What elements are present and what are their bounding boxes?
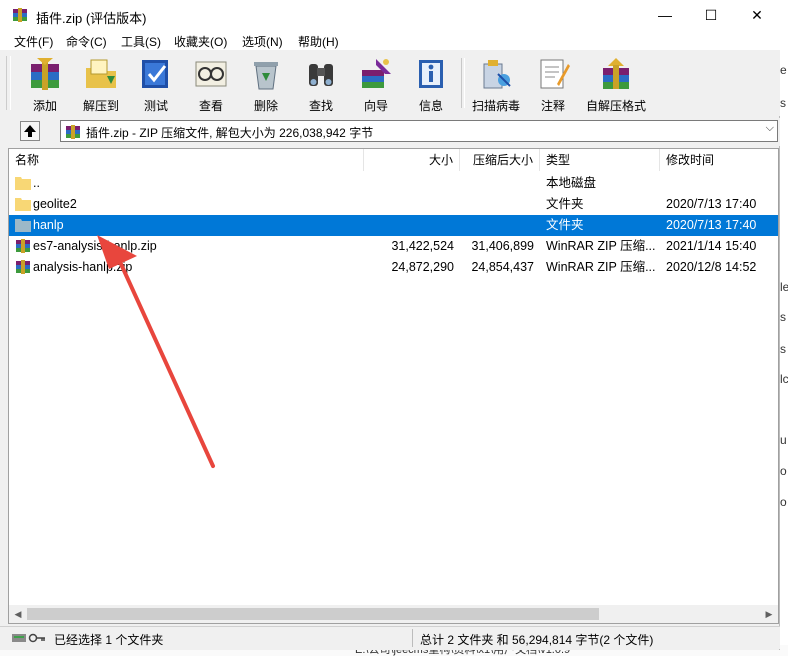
annotation-arrow-icon — [97, 235, 215, 468]
